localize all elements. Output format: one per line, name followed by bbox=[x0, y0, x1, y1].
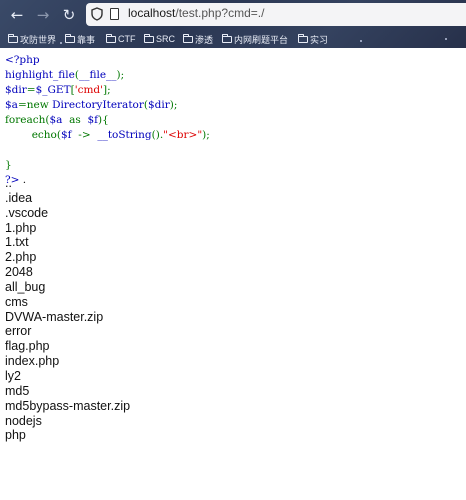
directory-listing: .. .idea .vscode 1.php 1.txt 2.php 2048 … bbox=[5, 176, 130, 443]
code-token: $dir bbox=[5, 84, 27, 96]
list-item: 1.txt bbox=[5, 235, 29, 250]
code-keyword: foreach bbox=[5, 114, 46, 126]
list-item: .. bbox=[5, 176, 12, 190]
code-keyword: new bbox=[26, 99, 49, 111]
code-token: $a bbox=[5, 99, 18, 111]
php-open-tag: <?php bbox=[5, 54, 40, 66]
list-item: flag.php bbox=[5, 339, 50, 354]
code-string: 'cmd' bbox=[74, 84, 104, 96]
list-item: ly2 bbox=[5, 368, 21, 383]
toolbar: ← → ↻ localhost/test.php?cmd=./ bbox=[0, 0, 466, 30]
code-brace: } bbox=[5, 159, 12, 171]
folder-icon bbox=[222, 33, 232, 43]
code-token: $f bbox=[87, 114, 99, 126]
shield-icon bbox=[91, 7, 103, 21]
code-token: $_GET bbox=[35, 84, 71, 96]
folder-icon bbox=[8, 33, 18, 43]
bookmark-folder[interactable]: 渗透 bbox=[183, 32, 213, 46]
bookmark-folder[interactable]: SRC bbox=[144, 32, 175, 46]
code-token: $f bbox=[61, 129, 72, 141]
code-token: DirectoryIterator bbox=[52, 99, 144, 111]
list-item: md5bypass-master.zip bbox=[5, 398, 131, 413]
bookmark-label: SRC bbox=[156, 34, 176, 44]
list-item: all_bug bbox=[5, 279, 46, 294]
page-icon bbox=[110, 8, 119, 20]
list-item: nodejs bbox=[5, 413, 42, 428]
list-item: 2.php bbox=[5, 250, 37, 265]
bookmark-folder[interactable]: 靠事 bbox=[65, 32, 95, 46]
list-item: DVWA-master.zip bbox=[5, 309, 104, 324]
code-token: $dir bbox=[148, 99, 170, 111]
code-token: -> bbox=[78, 129, 91, 141]
code-keyword: as bbox=[69, 114, 81, 126]
back-button[interactable]: ← bbox=[8, 6, 26, 24]
address-bar[interactable]: localhost/test.php?cmd=./ bbox=[86, 3, 466, 26]
folder-icon bbox=[298, 33, 308, 43]
list-item: 1.php bbox=[5, 220, 37, 235]
list-item: .idea bbox=[5, 190, 33, 205]
bookmark-label: 实习 bbox=[310, 34, 329, 45]
list-item: 2048 bbox=[5, 265, 33, 280]
folder-icon bbox=[65, 33, 75, 43]
url-host: localhost bbox=[128, 6, 176, 20]
code-keyword: echo bbox=[31, 129, 57, 141]
bookmark-folder[interactable]: 攻防世界 bbox=[8, 32, 56, 46]
list-item: md5 bbox=[5, 383, 30, 398]
bookmark-label: 渗透 bbox=[195, 34, 214, 45]
url-text[interactable]: localhost/test.php?cmd=./ bbox=[128, 6, 264, 20]
url-path: /test.php?cmd=./ bbox=[175, 6, 265, 20]
bookmark-label: CTF bbox=[118, 34, 136, 44]
bookmark-label: 攻防世界 bbox=[20, 34, 57, 45]
list-item: php bbox=[5, 428, 26, 443]
reload-button[interactable]: ↻ bbox=[60, 6, 78, 24]
code-token: $a bbox=[49, 114, 63, 126]
bookmark-folder[interactable]: CTF bbox=[106, 32, 136, 46]
folder-icon bbox=[106, 33, 116, 43]
bookmarks-bar: 攻防世界 靠事 CTF SRC 渗透 内网刷题平台 实习 bbox=[0, 30, 466, 48]
list-item: error bbox=[5, 324, 32, 339]
source-code: <?php highlight_file(__file__); $dir=$_G… bbox=[5, 54, 210, 186]
forward-button[interactable]: → bbox=[34, 6, 52, 24]
bookmark-folder[interactable]: 实习 bbox=[298, 32, 328, 46]
bookmark-label: 靠事 bbox=[77, 34, 96, 45]
folder-icon bbox=[144, 33, 154, 43]
list-item: index.php bbox=[5, 354, 60, 369]
code-string: "<br>" bbox=[163, 129, 203, 141]
bookmark-label: 内网刷题平台 bbox=[234, 34, 289, 45]
code-token: highlight_file bbox=[5, 69, 75, 81]
bookmark-folder[interactable]: 内网刷题平台 bbox=[222, 32, 288, 46]
code-token: __file__ bbox=[78, 69, 117, 81]
list-item: .vscode bbox=[5, 205, 49, 220]
list-item: cms bbox=[5, 294, 28, 309]
folder-icon bbox=[183, 33, 193, 43]
code-token: __toString bbox=[97, 129, 152, 141]
browser-chrome: ← → ↻ localhost/test.php?cmd=./ 攻防世界 靠事 … bbox=[0, 0, 466, 48]
